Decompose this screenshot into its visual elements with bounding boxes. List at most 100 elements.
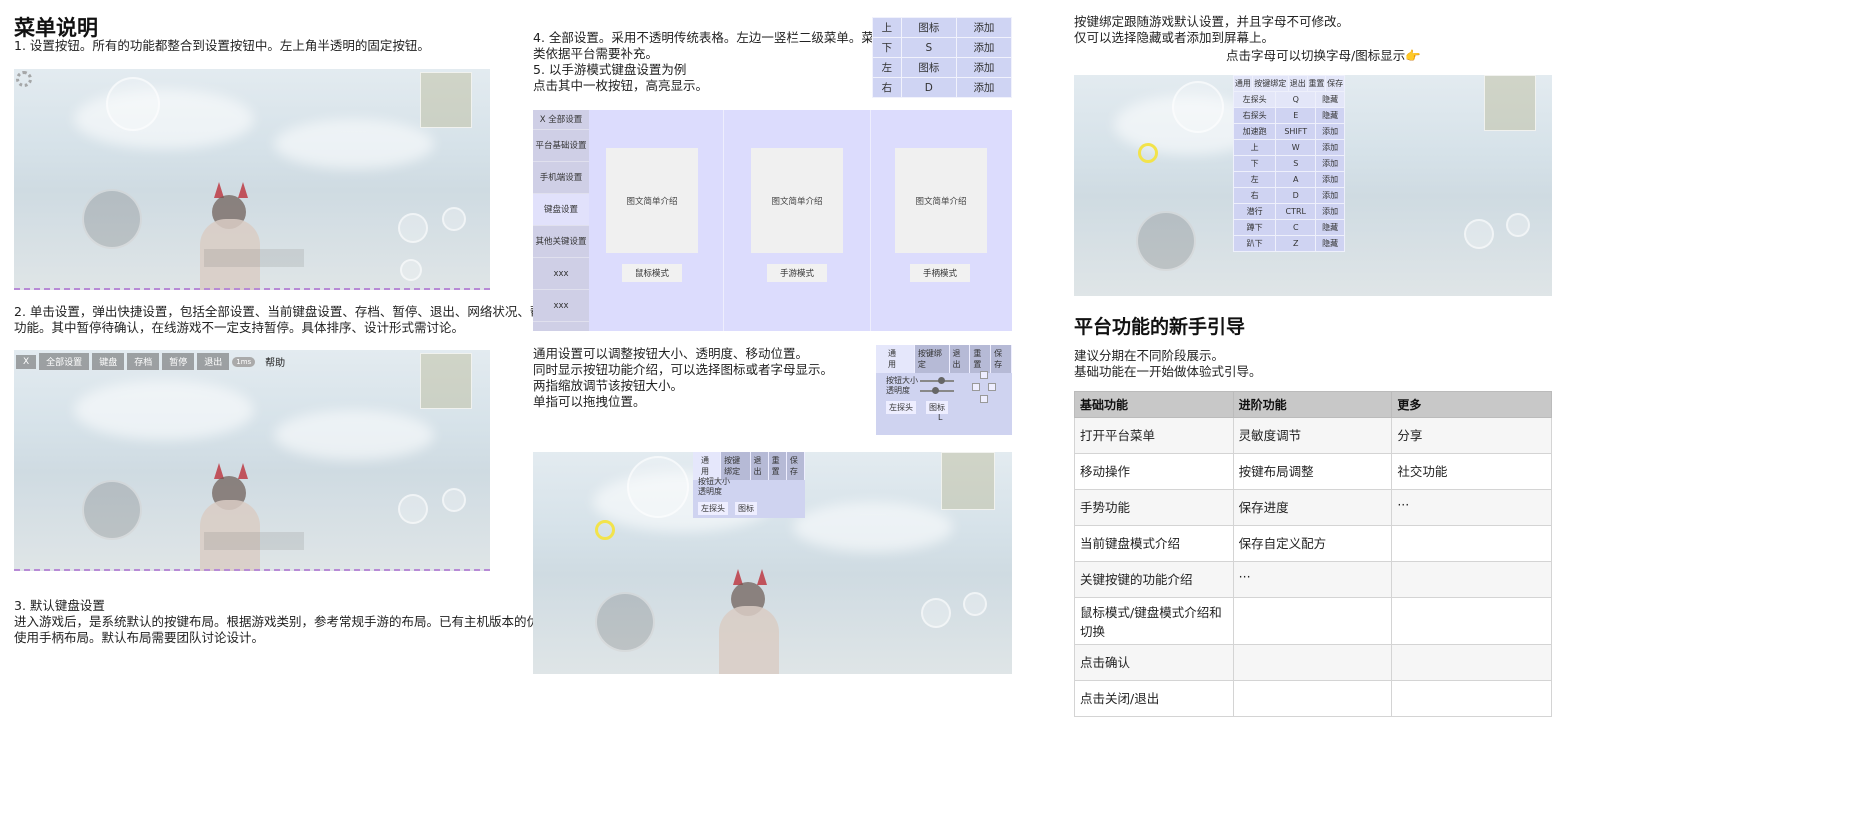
side-menu-keyboard[interactable]: 键盘设置 (533, 194, 589, 226)
add-button[interactable]: 添加 (1315, 155, 1345, 172)
table-cell: 保存自定义配方 (1232, 525, 1393, 562)
hide-button[interactable]: 隐藏 (1315, 107, 1345, 124)
key-letter[interactable]: E (1275, 107, 1317, 124)
add-button[interactable]: 添加 (955, 57, 1013, 78)
key-display[interactable]: D (900, 77, 957, 98)
side-menu-close[interactable]: X 全部设置 (533, 110, 589, 130)
key-name-field[interactable]: 左探头 (698, 502, 728, 515)
keyboard-button[interactable]: 键盘 (92, 353, 125, 370)
highlight-ring-icon[interactable] (595, 520, 615, 540)
action-name: 蹲下 (1232, 219, 1277, 236)
key-letter[interactable]: CTRL (1275, 203, 1317, 220)
side-menu-item[interactable]: xxx (533, 290, 589, 322)
add-button[interactable]: 添加 (955, 77, 1013, 98)
highlight-ring-icon[interactable] (1138, 143, 1158, 163)
tab-key-binding[interactable]: 按键绑定 (1251, 75, 1289, 92)
table-cell: 当前键盘模式介绍 (1074, 525, 1234, 562)
all-settings-button[interactable]: 全部设置 (39, 353, 90, 370)
hide-button[interactable]: 隐藏 (1315, 91, 1345, 108)
action-button-icon[interactable] (1506, 213, 1530, 237)
side-menu-other[interactable]: 其他关键设置 (533, 226, 589, 258)
tab-reset[interactable]: 重置 (1306, 75, 1327, 92)
tab-save[interactable]: 保存 (991, 345, 1012, 373)
add-button[interactable]: 添加 (1315, 123, 1345, 140)
side-menu-item[interactable]: xxx (533, 258, 589, 290)
alpha-slider[interactable] (932, 387, 939, 394)
tab-general[interactable]: 通用 (876, 345, 915, 373)
fist-button-icon[interactable] (1172, 81, 1224, 133)
tab-exit[interactable]: 退出 (1287, 75, 1308, 92)
joystick-icon[interactable] (1136, 211, 1196, 271)
action-button-icon[interactable] (1464, 219, 1494, 249)
table-cell: 移动操作 (1074, 453, 1234, 490)
help-button[interactable]: 帮助 (258, 352, 292, 371)
add-button[interactable]: 添加 (1315, 187, 1345, 204)
key-letter[interactable]: D (1275, 187, 1317, 204)
joystick-icon[interactable] (595, 592, 655, 652)
tab-reset[interactable]: 重置 (769, 452, 787, 480)
key-letter[interactable]: A (1275, 171, 1317, 188)
key-letter[interactable]: W (1275, 139, 1317, 156)
add-button[interactable]: 添加 (1315, 171, 1345, 188)
tab-key-binding[interactable]: 按键绑定 (915, 345, 950, 373)
mobile-mode-button[interactable]: 手游模式 (767, 264, 827, 282)
key-name-field[interactable]: 左探头 (886, 401, 916, 414)
exit-button[interactable]: 退出 (197, 353, 230, 370)
key-display[interactable]: 图标 (900, 17, 957, 38)
tab-exit[interactable]: 退出 (751, 452, 769, 480)
hide-button[interactable]: 隐藏 (1315, 235, 1345, 252)
player-character (719, 606, 779, 674)
display-select[interactable]: 图标 (926, 401, 948, 414)
add-button[interactable]: 添加 (1315, 203, 1345, 220)
joystick-icon[interactable] (82, 480, 142, 540)
key-display[interactable]: S (900, 37, 957, 58)
key-letter[interactable]: Z (1275, 235, 1317, 252)
key-letter[interactable]: SHIFT (1275, 123, 1317, 140)
key-letter[interactable]: C (1275, 219, 1317, 236)
fist-button-icon[interactable] (627, 456, 689, 518)
save-button[interactable]: 存档 (127, 353, 160, 370)
action-name: 上 (1232, 139, 1277, 156)
key-letter[interactable]: S (1275, 155, 1317, 172)
crouch-icon[interactable] (400, 259, 422, 281)
action-button-icon[interactable] (398, 494, 428, 524)
add-button[interactable]: 添加 (955, 37, 1013, 58)
action-button-icon[interactable] (442, 488, 466, 512)
action-button-icon[interactable] (921, 598, 951, 628)
settings-gear-icon[interactable] (16, 71, 32, 87)
action-button-icon[interactable] (442, 207, 466, 231)
size-slider[interactable] (938, 377, 945, 384)
general-settings-panel: 通用 按键绑定 退出 重置 保存 按钮大小 透明度 左探头 图标 L (876, 345, 1012, 435)
gamepad-mode-button[interactable]: 手柄模式 (910, 264, 970, 282)
table-cell (1391, 597, 1552, 645)
toggle-hint: 点击字母可以切换字母/图标显示👉 (1226, 48, 1421, 63)
action-button-icon[interactable] (963, 592, 987, 616)
key-letter[interactable]: Q (1275, 91, 1317, 108)
general-settings-text: 单指可以拖拽位置。 (533, 394, 646, 409)
table-cell: 鼠标模式/键盘模式介绍和切换 (1074, 597, 1234, 645)
action-name: 右探头 (1232, 107, 1277, 124)
key-name: 左 (872, 57, 902, 78)
mouse-mode-button[interactable]: 鼠标模式 (622, 264, 682, 282)
tab-general[interactable]: 通用 (1233, 75, 1253, 92)
game-screenshot-key-binding: 通用 按键绑定 退出 重置 保存 左探头 Q 隐藏 右探头 E 隐藏 加速跑 SHIFT 添… (1074, 75, 1552, 296)
hide-button[interactable]: 隐藏 (1315, 219, 1345, 236)
side-menu-mobile[interactable]: 手机端设置 (533, 162, 589, 194)
close-button[interactable]: X (16, 354, 37, 369)
table-cell (1232, 680, 1393, 717)
key-display[interactable]: 图标 (900, 57, 957, 78)
add-button[interactable]: 添加 (1315, 139, 1345, 156)
pause-button[interactable]: 暂停 (162, 353, 195, 370)
tab-reset[interactable]: 重置 (970, 345, 992, 373)
add-button[interactable]: 添加 (955, 17, 1013, 38)
side-menu-platform[interactable]: 平台基础设置 (533, 130, 589, 162)
tab-exit[interactable]: 退出 (950, 345, 971, 373)
display-select[interactable]: 图标 (735, 502, 757, 515)
tab-save[interactable]: 保存 (787, 452, 806, 480)
joystick-icon[interactable] (82, 189, 142, 249)
game-screenshot-general: 通用 按键绑定 退出 重置 保存 按钮大小 透明度 左探头 图标 (533, 452, 1012, 674)
action-button-icon[interactable] (398, 213, 428, 243)
tab-save[interactable]: 保存 (1325, 75, 1345, 92)
all-settings-panel: X 全部设置 平台基础设置 手机端设置 键盘设置 其他关键设置 xxx xxx … (533, 110, 1012, 331)
fist-button-icon[interactable] (106, 77, 160, 131)
